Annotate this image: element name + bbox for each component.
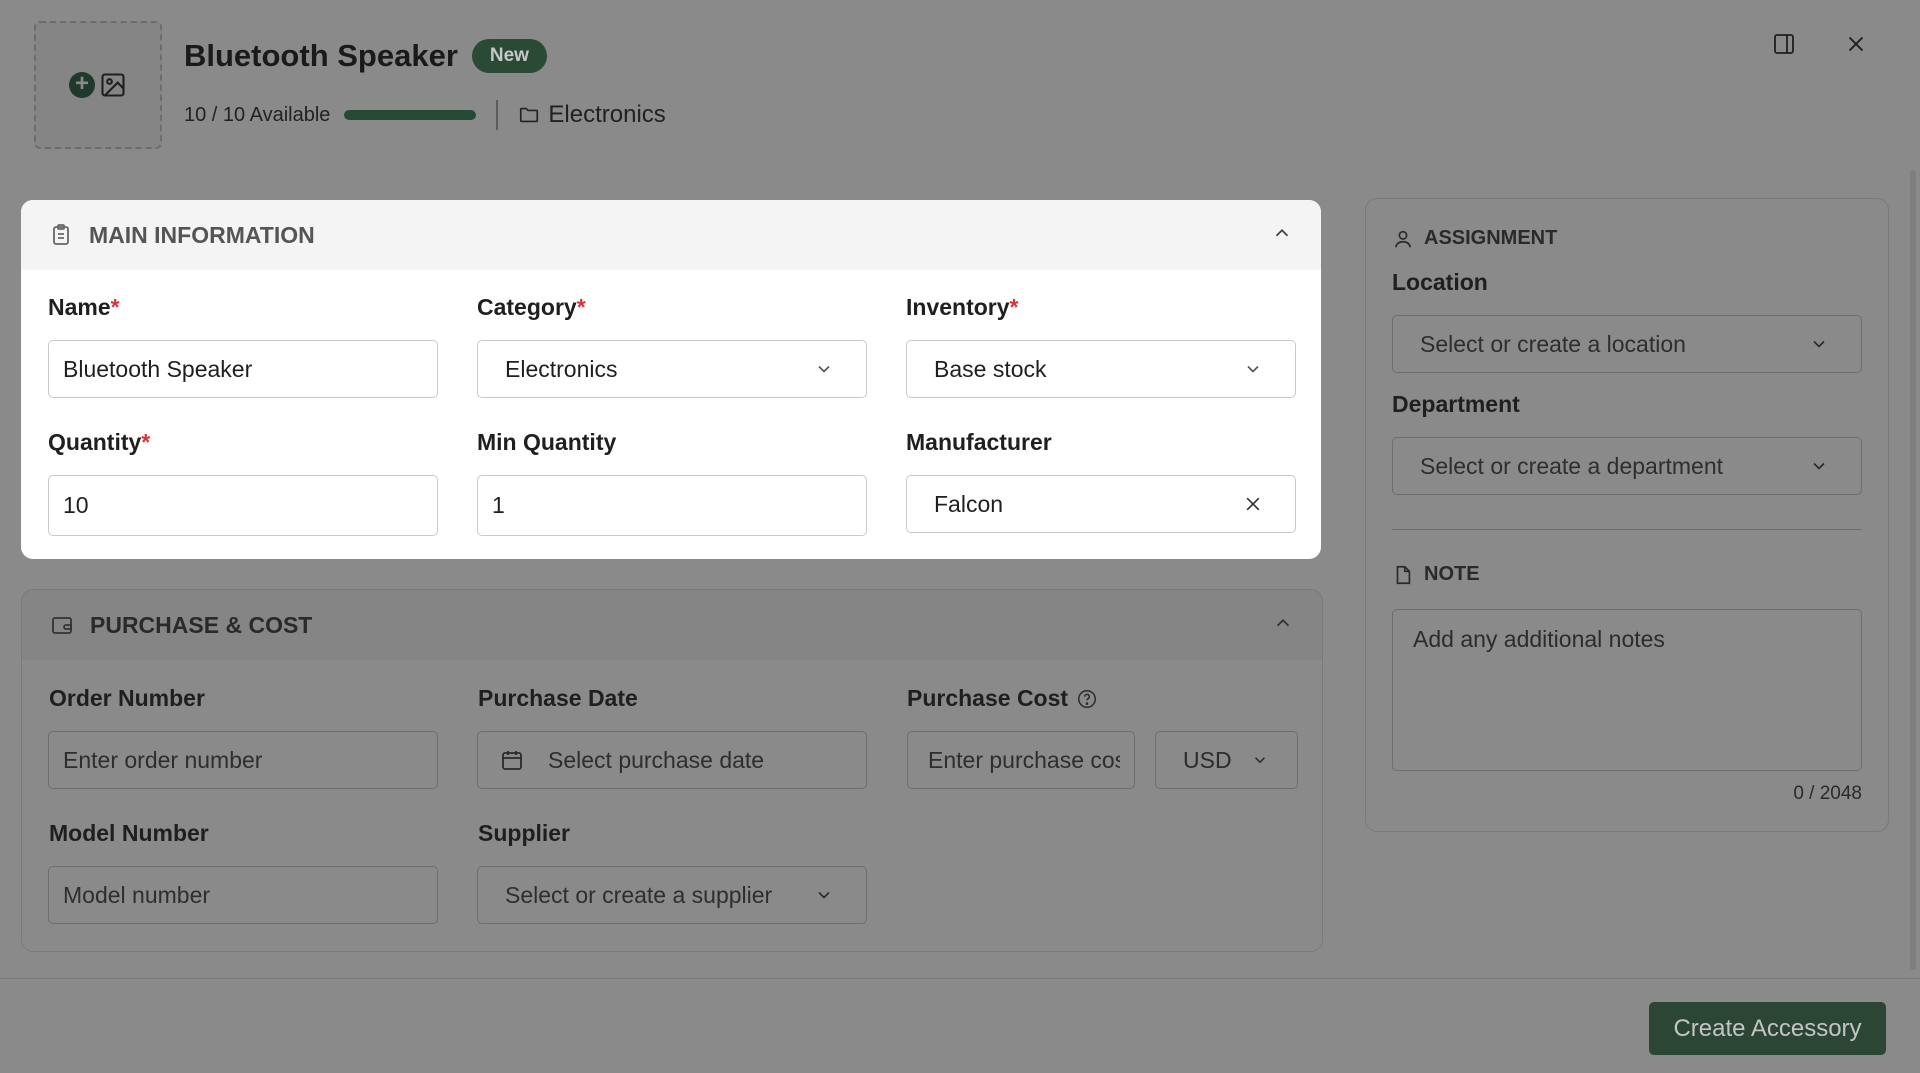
divider xyxy=(1392,529,1862,530)
note-char-counter: 0 / 2048 xyxy=(1793,783,1862,804)
purchase-date-label: Purchase Date xyxy=(478,685,638,711)
model-number-placeholder: Model number xyxy=(63,881,211,908)
name-input-value: Bluetooth Speaker xyxy=(63,355,253,382)
divider xyxy=(496,100,499,130)
image-icon xyxy=(101,73,125,97)
create-accessory-button[interactable]: Create Accessory xyxy=(1649,1002,1886,1055)
quantity-input-value: 10 xyxy=(63,492,89,518)
category-link-label: Electronics xyxy=(548,101,666,128)
department-select[interactable]: Select or create a department xyxy=(1392,437,1862,495)
department-label: Department xyxy=(1392,391,1520,417)
model-number-input[interactable]: Model number xyxy=(48,866,438,924)
chevron-down-icon xyxy=(1247,365,1259,373)
folder-icon xyxy=(520,107,539,123)
wallet-icon xyxy=(52,617,72,634)
location-label: Location xyxy=(1392,269,1488,295)
min-quantity-label: Min Quantity xyxy=(477,429,617,455)
inventory-select-value: Base stock xyxy=(934,355,1047,382)
quantity-label: Quantity* xyxy=(48,429,151,455)
section-title: MAIN INFORMATION xyxy=(89,221,315,248)
note-placeholder: Add any additional notes xyxy=(1413,626,1665,652)
supplier-select-placeholder: Select or create a supplier xyxy=(505,881,773,908)
status-badge: New xyxy=(471,39,547,73)
min-quantity-input[interactable]: 1 xyxy=(477,475,867,536)
chevron-down-icon xyxy=(1254,757,1266,764)
location-select-placeholder: Select or create a location xyxy=(1420,330,1686,357)
footer-divider xyxy=(0,978,1920,979)
document-icon xyxy=(1396,565,1411,584)
calendar-icon xyxy=(502,751,522,770)
purchase-cost-section: PURCHASE & COST Order Number Enter order… xyxy=(21,589,1323,952)
purchase-cost-label: Purchase Cost xyxy=(907,685,1098,712)
manufacturer-select[interactable]: Falcon xyxy=(906,475,1296,533)
section-title: ASSIGNMENT xyxy=(1424,227,1558,249)
category-select[interactable]: Electronics xyxy=(477,340,867,398)
availability-text: 10 / 10 Available xyxy=(184,103,331,126)
name-input[interactable]: Bluetooth Speaker xyxy=(48,340,438,398)
category-link[interactable]: Electronics xyxy=(518,101,666,129)
dialog-header: + Bluetooth Speaker New 10 / 10 Availabl… xyxy=(0,0,1920,170)
assignment-header: ASSIGNMENT xyxy=(1392,227,1557,250)
supplier-select[interactable]: Select or create a supplier xyxy=(477,866,867,924)
close-button[interactable] xyxy=(1840,28,1872,60)
help-icon[interactable] xyxy=(1076,688,1098,710)
min-quantity-input-value: 1 xyxy=(492,492,505,518)
section-title: NOTE xyxy=(1424,563,1480,585)
section-title: PURCHASE & COST xyxy=(90,611,313,638)
scrollbar[interactable] xyxy=(1910,170,1916,970)
close-icon xyxy=(1848,36,1864,52)
purchase-date-input[interactable]: Select purchase date xyxy=(477,731,867,789)
chevron-down-icon xyxy=(818,891,830,899)
chevron-up-icon[interactable] xyxy=(1271,222,1293,244)
quantity-input[interactable]: 10 xyxy=(48,475,438,536)
inventory-select[interactable]: Base stock xyxy=(906,340,1296,398)
category-label: Category* xyxy=(477,294,586,320)
purchase-cost-input[interactable]: Enter purchase cost xyxy=(907,731,1135,789)
chevron-up-icon[interactable] xyxy=(1272,612,1294,634)
manufacturer-label: Manufacturer xyxy=(906,429,1052,455)
availability-progress xyxy=(344,110,477,120)
inventory-label: Inventory* xyxy=(906,294,1019,320)
note-header: NOTE xyxy=(1392,563,1480,586)
currency-select[interactable]: USD xyxy=(1155,731,1298,789)
order-number-placeholder: Enter order number xyxy=(63,746,263,773)
assignment-panel: ASSIGNMENT Location Select or create a l… xyxy=(1365,198,1889,832)
manufacturer-select-value: Falcon xyxy=(934,490,1004,517)
chevron-down-icon xyxy=(818,365,830,373)
order-number-label: Order Number xyxy=(49,685,205,711)
availability-progress-fill xyxy=(344,110,477,120)
main-information-section: MAIN INFORMATION Name* Bluetooth Speaker… xyxy=(21,200,1321,559)
category-select-value: Electronics xyxy=(505,355,618,382)
user-pin-icon xyxy=(1394,230,1412,247)
purchase-cost-placeholder: Enter purchase cost xyxy=(928,746,1120,773)
note-textarea[interactable]: Add any additional notes xyxy=(1392,609,1862,771)
purchase-date-placeholder: Select purchase date xyxy=(548,746,765,773)
main-information-header[interactable]: MAIN INFORMATION xyxy=(21,200,1321,270)
plus-circle-icon: + xyxy=(69,72,95,98)
toggle-sidebar-button[interactable] xyxy=(1768,28,1800,60)
currency-select-value: USD xyxy=(1183,746,1232,773)
supplier-label: Supplier xyxy=(478,820,571,846)
order-number-input[interactable]: Enter order number xyxy=(48,731,438,789)
purchase-cost-header[interactable]: PURCHASE & COST xyxy=(22,590,1322,660)
image-upload-area[interactable]: + xyxy=(34,21,162,149)
chevron-down-icon xyxy=(1813,462,1825,470)
clipboard-icon xyxy=(53,224,69,245)
clear-icon[interactable] xyxy=(1243,494,1263,514)
name-label: Name* xyxy=(48,294,120,320)
model-number-label: Model Number xyxy=(49,820,209,846)
department-select-placeholder: Select or create a department xyxy=(1420,452,1723,479)
sidebar-panel-icon xyxy=(1774,34,1794,54)
location-select[interactable]: Select or create a location xyxy=(1392,315,1862,373)
page-title: Bluetooth Speaker xyxy=(184,38,458,73)
chevron-down-icon xyxy=(1813,340,1825,348)
